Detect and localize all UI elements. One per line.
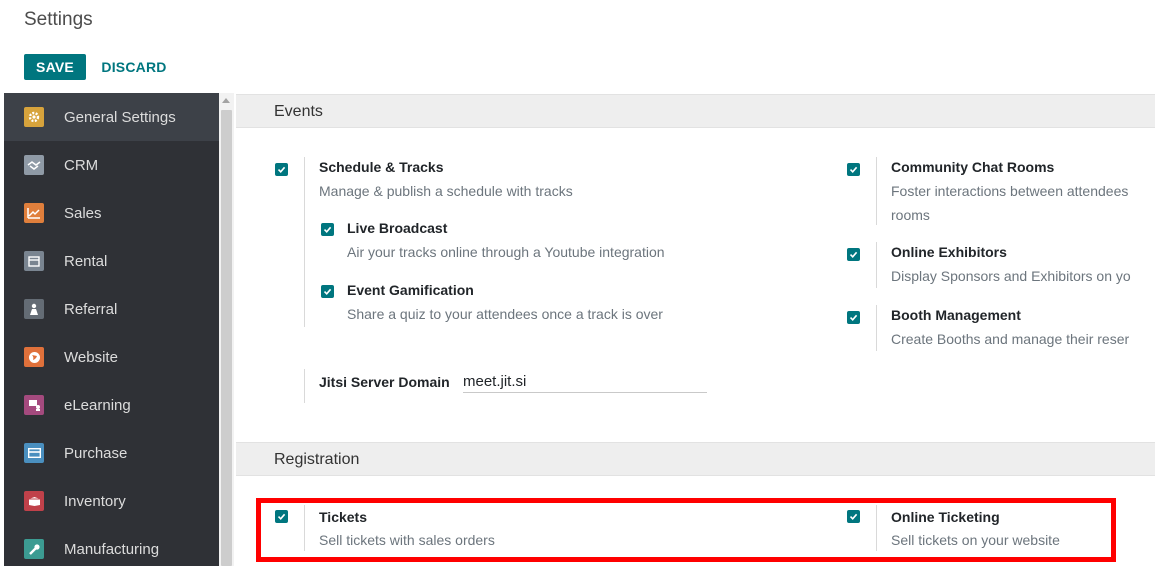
page-title: Settings — [24, 9, 93, 30]
event-gamification-title: Event Gamification — [347, 282, 474, 298]
chart-icon — [24, 203, 44, 223]
divider — [304, 157, 305, 327]
booth-management-title: Booth Management — [891, 307, 1021, 323]
highlight-box — [256, 498, 1116, 562]
sidebar-item-label: CRM — [64, 156, 99, 174]
check-icon — [849, 251, 858, 258]
divider — [304, 505, 305, 551]
divider — [876, 157, 877, 225]
sidebar-item-purchase[interactable]: Purchase — [4, 429, 219, 477]
sidebar-item-label: eLearning — [64, 396, 131, 414]
sidebar-item-rental[interactable]: Rental — [4, 237, 219, 285]
sidebar-item-label: General Settings — [64, 108, 176, 126]
sidebar-item-label: Purchase — [64, 444, 128, 462]
online-ticketing-title: Online Ticketing — [891, 509, 1000, 525]
check-icon — [323, 288, 332, 295]
online-exhibitors-title: Online Exhibitors — [891, 244, 1007, 260]
settings-sidebar: General Settings CRM Sales Rental Referr… — [4, 93, 219, 566]
booth-management-desc: Create Booths and manage their reser — [891, 331, 1130, 347]
sidebar-item-inventory[interactable]: Inventory — [4, 477, 219, 525]
online-exhibitors-checkbox[interactable] — [847, 248, 860, 261]
online-ticketing-checkbox[interactable] — [847, 510, 860, 523]
sidebar-item-label: Website — [64, 348, 118, 366]
sidebar-item-elearning[interactable]: eLearning — [4, 381, 219, 429]
sidebar-item-label: Inventory — [64, 492, 126, 510]
event-gamification-checkbox[interactable] — [321, 285, 334, 298]
wrench-icon — [24, 539, 44, 559]
events-section-title: Events — [274, 103, 323, 120]
save-button[interactable]: SAVE — [24, 54, 86, 80]
scroll-up-arrow-icon[interactable] — [222, 98, 230, 103]
community-chat-desc: Foster interactions between attendees — [891, 183, 1129, 199]
sidebar-item-referral[interactable]: Referral — [4, 285, 219, 333]
live-broadcast-checkbox[interactable] — [321, 223, 334, 236]
divider — [876, 305, 877, 351]
check-icon — [323, 226, 332, 233]
gear-icon — [24, 107, 44, 127]
sidebar-item-label: Rental — [64, 252, 108, 270]
card-icon — [24, 443, 44, 463]
jitsi-domain-label: Jitsi Server Domain — [319, 374, 450, 390]
sidebar-scrollbar[interactable] — [219, 93, 234, 566]
sidebar-item-label: Manufacturing — [64, 540, 160, 558]
sidebar-item-crm[interactable]: CRM — [4, 141, 219, 189]
box-icon — [24, 491, 44, 511]
tickets-desc: Sell tickets with sales orders — [319, 532, 495, 548]
check-icon — [849, 314, 858, 321]
handshake-icon — [24, 155, 44, 175]
events-section-header: Events — [236, 94, 1155, 128]
live-broadcast-title: Live Broadcast — [347, 220, 448, 236]
tickets-title: Tickets — [319, 509, 367, 525]
discard-button[interactable]: DISCARD — [94, 54, 174, 80]
sidebar-item-sales[interactable]: Sales — [4, 189, 219, 237]
live-broadcast-desc: Air your tracks online through a Youtube… — [347, 244, 665, 260]
calendar-icon — [24, 251, 44, 271]
community-chat-title: Community Chat Rooms — [891, 159, 1055, 175]
registration-section-title: Registration — [274, 451, 360, 468]
divider — [876, 242, 877, 288]
jitsi-domain-input[interactable] — [463, 371, 707, 393]
sidebar-item-label: Referral — [64, 300, 118, 318]
schedule-tracks-title: Schedule & Tracks — [319, 159, 444, 175]
tickets-checkbox[interactable] — [275, 510, 288, 523]
event-gamification-desc: Share a quiz to your attendees once a tr… — [347, 306, 663, 322]
check-icon — [849, 513, 858, 520]
online-exhibitors-desc: Display Sponsors and Exhibitors on yo — [891, 268, 1131, 284]
booth-management-checkbox[interactable] — [847, 311, 860, 324]
scrollbar-thumb[interactable] — [221, 110, 232, 566]
community-chat-desc-line2: rooms — [891, 207, 930, 223]
divider — [876, 505, 877, 551]
check-icon — [277, 513, 286, 520]
online-ticketing-desc: Sell tickets on your website — [891, 532, 1060, 548]
sidebar-item-manufacturing[interactable]: Manufacturing — [4, 525, 219, 566]
community-chat-checkbox[interactable] — [847, 163, 860, 176]
globe-icon — [24, 347, 44, 367]
check-icon — [849, 166, 858, 173]
sidebar-item-general-settings[interactable]: General Settings — [4, 93, 219, 141]
elearning-icon — [24, 395, 44, 415]
person-icon — [24, 299, 44, 319]
divider — [304, 369, 305, 403]
schedule-tracks-checkbox[interactable] — [275, 163, 288, 176]
sidebar-item-website[interactable]: Website — [4, 333, 219, 381]
registration-section-header: Registration — [236, 442, 1155, 476]
check-icon — [277, 166, 286, 173]
sidebar-item-label: Sales — [64, 204, 102, 222]
schedule-tracks-desc: Manage & publish a schedule with tracks — [319, 183, 573, 199]
